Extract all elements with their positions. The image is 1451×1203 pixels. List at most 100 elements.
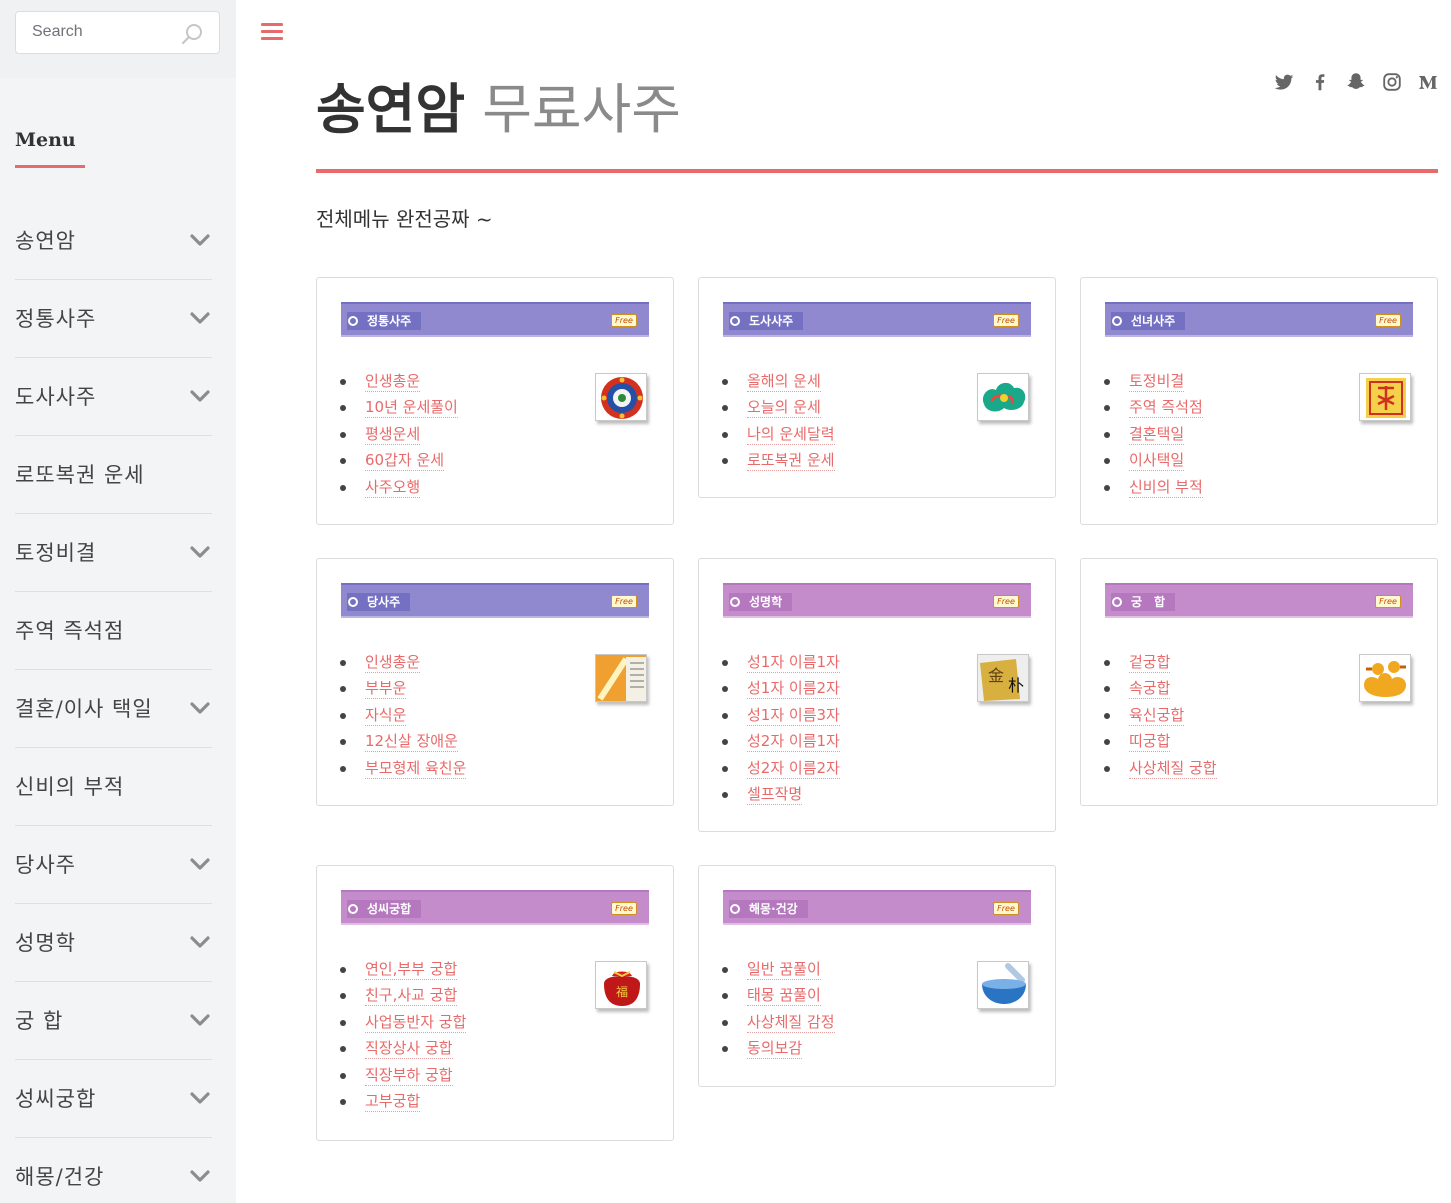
sidebar-item-label[interactable]: 로또복권 운세: [15, 459, 145, 489]
sidebar-item[interactable]: 궁 합: [15, 982, 212, 1060]
scroll-icon[interactable]: [595, 654, 647, 702]
card-link[interactable]: 사상체질 궁합: [1129, 758, 1217, 779]
card-link[interactable]: 60갑자 운세: [365, 451, 445, 472]
card-link[interactable]: 성1자 이름1자: [747, 653, 840, 673]
search-box[interactable]: [15, 11, 220, 54]
sidebar-item[interactable]: 로또복권 운세: [15, 436, 212, 514]
sidebar-item[interactable]: 해몽/건강: [15, 1138, 212, 1203]
card-link[interactable]: 태몽 꿈풀이: [747, 986, 821, 1007]
card-link[interactable]: 사상체질 감정: [747, 1012, 835, 1033]
card-link[interactable]: 인생총운: [365, 372, 421, 392]
card-link[interactable]: 성1자 이름2자: [747, 679, 840, 700]
sidebar-item[interactable]: 도사사주: [15, 358, 212, 436]
card-link[interactable]: 육신궁합: [1129, 705, 1185, 726]
sidebar-item-label[interactable]: 해몽/건강: [15, 1161, 104, 1191]
card-link[interactable]: 부부운: [365, 679, 407, 700]
chevron-down-icon[interactable]: [190, 701, 210, 715]
chevron-down-icon[interactable]: [190, 1013, 210, 1027]
card-link[interactable]: 결혼택일: [1129, 424, 1185, 445]
card-link[interactable]: 성2자 이름2자: [747, 758, 840, 779]
card-link[interactable]: 연인,부부 궁합: [365, 960, 458, 980]
site-title[interactable]: 송연암 무료사주: [316, 76, 681, 143]
sidebar-item-label[interactable]: 성명학: [15, 927, 76, 957]
card-link[interactable]: 사업동반자 궁합: [365, 1012, 467, 1033]
hamburger-menu-icon[interactable]: [261, 23, 283, 41]
card-title: 성씨궁합: [347, 900, 422, 918]
card-link[interactable]: 나의 운세달력: [747, 424, 835, 445]
card-link[interactable]: 로또복권 운세: [747, 451, 835, 472]
card-link[interactable]: 이사택일: [1129, 451, 1185, 472]
sidebar-item-label[interactable]: 도사사주: [15, 381, 96, 411]
card-link-list: 연인,부부 궁합친구,사교 궁합사업동반자 궁합직장상사 궁합직장부하 궁합고부…: [339, 958, 467, 1116]
card-link[interactable]: 주역 즉석점: [1129, 398, 1203, 419]
chevron-down-icon[interactable]: [190, 1169, 210, 1183]
card-link[interactable]: 속궁합: [1129, 679, 1171, 700]
talisman-icon[interactable]: [1359, 373, 1411, 421]
card-link[interactable]: 평생운세: [365, 424, 421, 445]
sidebar-item-label[interactable]: 당사주: [15, 849, 76, 879]
sidebar-item-label[interactable]: 결혼/이사 택일: [15, 693, 153, 723]
cloud-icon[interactable]: [977, 373, 1029, 421]
sidebar-item-label[interactable]: 성씨궁합: [15, 1083, 96, 1113]
card-link[interactable]: 오늘의 운세: [747, 398, 821, 419]
medium-icon[interactable]: [1417, 71, 1439, 93]
sidebar-item-label[interactable]: 토정비결: [15, 537, 96, 567]
search-input[interactable]: [32, 23, 182, 41]
card-link[interactable]: 셀프작명: [747, 784, 803, 805]
card-link[interactable]: 신비의 부적: [1129, 477, 1203, 498]
card-header: 궁 합 Free: [1105, 583, 1413, 618]
card-link[interactable]: 고부궁합: [365, 1091, 421, 1112]
chevron-down-icon[interactable]: [190, 311, 210, 325]
sidebar-item[interactable]: 성씨궁합: [15, 1060, 212, 1138]
chevron-down-icon[interactable]: [190, 1091, 210, 1105]
chevron-down-icon[interactable]: [190, 233, 210, 247]
card-link[interactable]: 사주오행: [365, 477, 421, 498]
card-link[interactable]: 부모형제 육친운: [365, 758, 467, 779]
card-link[interactable]: 토정비결: [1129, 372, 1185, 392]
card-link[interactable]: 겉궁합: [1129, 653, 1171, 673]
card-link[interactable]: 10년 운세풀이: [365, 398, 458, 419]
list-item: 부모형제 육친운: [339, 757, 467, 783]
ducks-icon[interactable]: [1359, 654, 1411, 702]
sidebar-item[interactable]: 주역 즉석점: [15, 592, 212, 670]
card-link[interactable]: 12신살 장애운: [365, 732, 458, 753]
card-link[interactable]: 직장상사 궁합: [365, 1039, 453, 1060]
facebook-icon[interactable]: [1309, 71, 1331, 93]
sidebar-item-label[interactable]: 주역 즉석점: [15, 615, 124, 645]
sidebar-item-label[interactable]: 신비의 부적: [15, 771, 124, 801]
sidebar-item[interactable]: 성명학: [15, 904, 212, 982]
svg-text:朴: 朴: [1008, 676, 1024, 695]
sidebar-item[interactable]: 토정비결: [15, 514, 212, 592]
sidebar-item[interactable]: 결혼/이사 택일: [15, 670, 212, 748]
search-icon[interactable]: [181, 23, 203, 45]
sidebar-item-label[interactable]: 궁 합: [15, 1005, 63, 1035]
twitter-icon[interactable]: [1273, 71, 1295, 93]
sidebar-item-label[interactable]: 송연암: [15, 225, 76, 255]
mortar-icon[interactable]: [977, 961, 1029, 1009]
chevron-down-icon[interactable]: [190, 389, 210, 403]
list-item: 겉궁합: [1104, 651, 1217, 677]
name-seal-icon[interactable]: 金朴: [977, 654, 1029, 702]
card-link[interactable]: 성2자 이름1자: [747, 732, 840, 753]
sidebar-item[interactable]: 신비의 부적: [15, 748, 212, 826]
card-link[interactable]: 띠궁합: [1129, 732, 1171, 753]
mandala-icon[interactable]: [595, 373, 647, 421]
lucky-pouch-icon[interactable]: 福: [595, 961, 647, 1009]
card-link[interactable]: 성1자 이름3자: [747, 705, 840, 726]
chevron-down-icon[interactable]: [190, 545, 210, 559]
card-link[interactable]: 일반 꿈풀이: [747, 960, 821, 980]
chevron-down-icon[interactable]: [190, 935, 210, 949]
card-link[interactable]: 직장부하 궁합: [365, 1065, 453, 1086]
card-link[interactable]: 인생총운: [365, 653, 421, 673]
sidebar-item-label[interactable]: 정통사주: [15, 303, 96, 333]
card-link[interactable]: 자식운: [365, 705, 407, 726]
instagram-icon[interactable]: [1381, 71, 1403, 93]
sidebar-item[interactable]: 정통사주: [15, 280, 212, 358]
sidebar-item[interactable]: 송연암: [15, 202, 212, 280]
card-link[interactable]: 친구,사교 궁합: [365, 986, 458, 1007]
snapchat-icon[interactable]: [1345, 71, 1367, 93]
sidebar-item[interactable]: 당사주: [15, 826, 212, 904]
card-link[interactable]: 동의보감: [747, 1039, 803, 1060]
chevron-down-icon[interactable]: [190, 857, 210, 871]
card-link[interactable]: 올해의 운세: [747, 372, 821, 392]
